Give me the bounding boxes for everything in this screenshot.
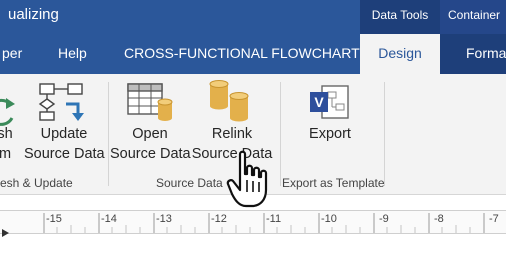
tab-format[interactable]: Forma <box>466 34 506 74</box>
horizontal-ruler <box>0 210 506 234</box>
open-label-line1: Open <box>132 126 168 142</box>
visio-export-icon: V <box>310 85 349 119</box>
update-source-data-button[interactable]: Update Source Data <box>24 76 105 170</box>
app-title: ualizing <box>8 6 59 23</box>
tab-cross-functional-flowchart[interactable]: CROSS-FUNCTIONAL FLOWCHART <box>124 34 360 74</box>
ruler-origin-icon <box>2 229 9 237</box>
group-label-export-template: Export as Template <box>282 176 385 190</box>
ruler-ticks <box>43 213 485 233</box>
tab-design[interactable]: Design <box>360 34 440 74</box>
relink-label-line1: Relink <box>211 126 253 142</box>
ruler-label: -10 <box>321 213 337 225</box>
ruler-label: -7 <box>489 213 499 225</box>
relink-source-data-icon <box>209 80 249 122</box>
ruler-label: -9 <box>379 213 389 225</box>
export-template-button[interactable]: V Export <box>288 76 372 170</box>
refresh-label-line1: esh <box>0 126 13 142</box>
update-label-line2: Source Data <box>24 146 105 162</box>
svg-text:V: V <box>314 94 324 110</box>
export-label: Export <box>309 126 351 142</box>
group-separator <box>280 82 281 186</box>
open-source-data-icon <box>127 83 173 121</box>
tab-developer[interactable]: per <box>2 34 22 74</box>
open-source-data-button[interactable]: Open Source Data <box>110 76 191 170</box>
group-separator <box>108 82 109 186</box>
refresh-icon <box>0 98 15 126</box>
group-label-refresh-update: esh & Update <box>0 176 73 190</box>
ruler-label: -12 <box>211 213 227 225</box>
context-label-data-tools: Data Tools <box>360 0 440 34</box>
ruler-label: -8 <box>434 213 444 225</box>
group-separator <box>384 82 385 186</box>
group-label-source-data: Source Data <box>156 176 223 190</box>
context-label-container: Container <box>440 0 506 34</box>
update-diagram-icon <box>38 83 84 121</box>
refresh-button[interactable]: esh am <box>0 76 16 170</box>
update-label-line1: Update <box>40 126 88 142</box>
ruler-label: -11 <box>266 213 282 225</box>
ruler-label: -14 <box>101 213 117 225</box>
ruler-label: -15 <box>46 213 62 225</box>
open-label-line2: Source Data <box>110 146 191 162</box>
tab-help[interactable]: Help <box>58 34 87 74</box>
hand-cursor-icon <box>226 150 268 208</box>
ruler-label: -13 <box>156 213 172 225</box>
refresh-label-line2: am <box>0 146 12 162</box>
